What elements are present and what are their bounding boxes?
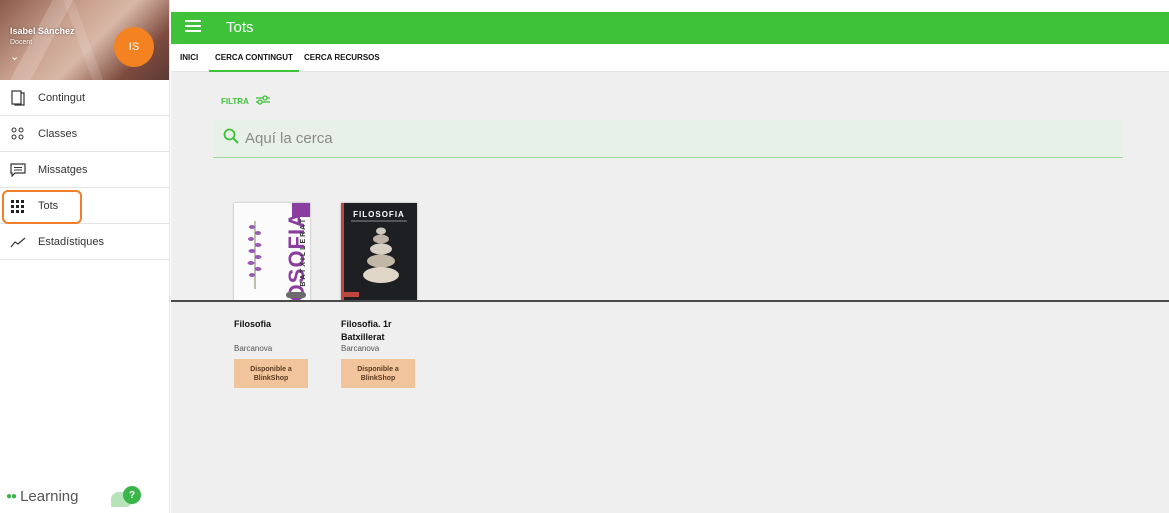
logo-dots-icon: ●● — [6, 491, 17, 502]
hamburger-menu-icon[interactable] — [185, 20, 201, 34]
brand-logo: ●● Learning — [6, 488, 78, 505]
filter-button[interactable]: FILTRA — [221, 92, 270, 110]
sidebar-item-label: Classes — [38, 127, 78, 140]
cover-subtitle-line — [351, 220, 407, 222]
lavender-illustration — [247, 221, 262, 289]
book-publisher: Barcanova — [234, 344, 273, 353]
sidebar-nav: Contingut Classes Missatges Tots Estadís… — [0, 80, 169, 260]
search-bar — [213, 120, 1123, 158]
active-item-highlight — [2, 190, 82, 224]
message-icon — [8, 160, 28, 180]
publisher-flag — [343, 292, 359, 297]
avatar[interactable]: IS — [114, 27, 154, 67]
trend-icon — [8, 232, 28, 252]
brand-name: Learning — [20, 488, 79, 505]
sidebar-item-label: Missatges — [38, 163, 88, 176]
sidebar-item-label: Estadístiques — [38, 235, 105, 248]
main-content: FILTRA FILOSOFI — [171, 72, 1169, 513]
cover-title: FILOSOFIA — [353, 210, 405, 219]
tab-bar: INICI CERCA CONTINGUT CERCA RECURSOS — [171, 44, 1169, 72]
shelf-divider — [171, 300, 1169, 302]
book-cover[interactable]: FILOSOFIA — [341, 203, 417, 300]
profile-background-decoration — [61, 0, 109, 80]
sidebar-item-classes[interactable]: Classes — [0, 116, 169, 152]
book-icon — [8, 88, 28, 108]
people-icon — [8, 124, 28, 144]
app-window: Isabel Sánchez Docent ⌄ IS Contingut Cla… — [0, 0, 1169, 513]
cover-corner-ribbon — [292, 203, 310, 217]
tab-inici[interactable]: INICI — [180, 53, 198, 62]
book-title[interactable]: Filosofia. 1r Batxillerat — [341, 318, 421, 344]
user-role: Docent — [10, 39, 33, 46]
book-card[interactable]: FILOSOFIA Filosofia. 1r Batxillerat Barc… — [341, 203, 421, 388]
blinkshop-button[interactable]: Disponible a BlinkShop — [341, 359, 415, 388]
sidebar-item-contingut[interactable]: Contingut — [0, 80, 169, 116]
search-icon[interactable] — [223, 128, 239, 149]
user-name: Isabel Sánchez — [10, 26, 75, 36]
page-title: Tots — [226, 19, 254, 36]
filter-label: FILTRA — [221, 96, 249, 106]
chevron-down-icon[interactable]: ⌄ — [10, 50, 19, 63]
sidebar-item-estadistiques[interactable]: Estadístiques — [0, 224, 169, 260]
sidebar-item-tots[interactable]: Tots — [0, 188, 169, 224]
book-title[interactable]: Filosofia — [234, 318, 314, 331]
help-icon: ? — [123, 486, 141, 504]
tab-cerca-contingut[interactable]: CERCA CONTINGUT — [209, 53, 299, 72]
top-bar: Tots — [171, 12, 1169, 44]
stacked-stones-illustration — [363, 227, 399, 283]
search-input[interactable] — [245, 130, 1045, 147]
publisher-logo — [286, 292, 306, 298]
tab-cerca-recursos[interactable]: CERCA RECURSOS — [304, 53, 380, 62]
blinkshop-button[interactable]: Disponible a BlinkShop — [234, 359, 308, 388]
cover-subtitle: BATXILLERAT — [300, 217, 307, 287]
sidebar-item-missatges[interactable]: Missatges — [0, 152, 169, 188]
book-publisher: Barcanova — [341, 344, 380, 353]
profile-header[interactable]: Isabel Sánchez Docent ⌄ IS — [0, 0, 169, 80]
sidebar-item-label: Contingut — [38, 91, 86, 104]
book-card[interactable]: FILOSOFIA BATXILLERAT Filosofia Barcanov… — [234, 203, 314, 388]
book-cover[interactable]: FILOSOFIA BATXILLERAT — [234, 203, 310, 300]
help-chat-button[interactable]: ? — [111, 486, 143, 508]
sliders-icon — [255, 92, 270, 110]
sidebar: Isabel Sánchez Docent ⌄ IS Contingut Cla… — [0, 0, 170, 513]
